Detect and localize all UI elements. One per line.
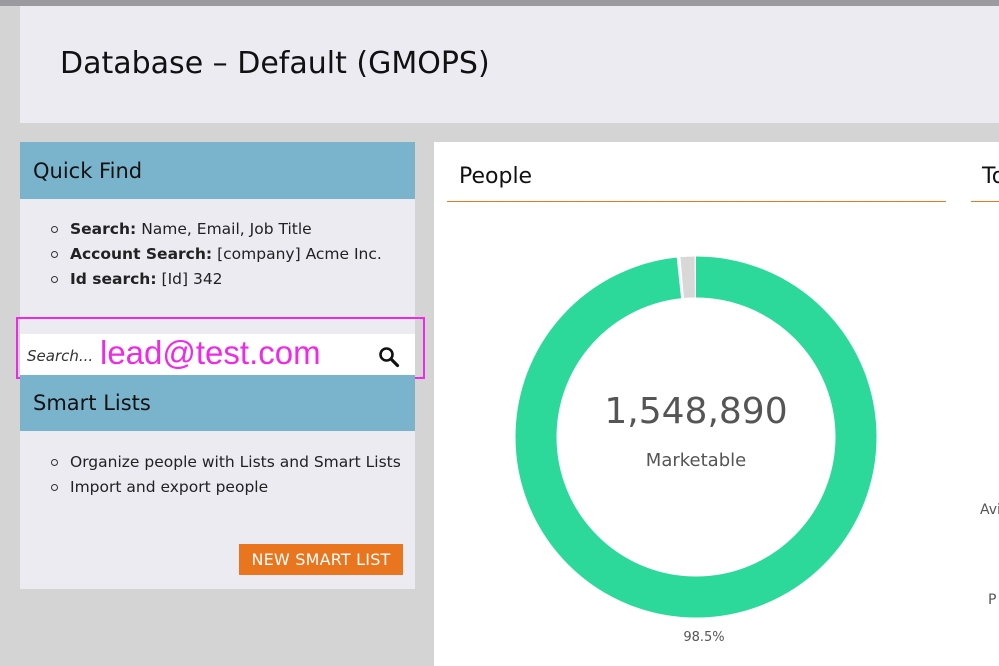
hint-text: Name, Email, Job Title (141, 220, 312, 238)
bullet-icon (51, 226, 58, 233)
list-item: Account Search: [company] Acme Inc. (51, 242, 382, 267)
donut-center-value: 1,548,890 (604, 391, 788, 432)
hint-label: Id search: (70, 270, 157, 288)
people-card: People To Avi P 1,548,890 Marketable 98.… (434, 142, 999, 666)
people-donut-chart (515, 256, 877, 618)
quick-find-panel: Quick Find Search: Name, Email, Job Titl… (20, 142, 415, 334)
smart-lists-panel: Smart Lists Organize people with Lists a… (20, 375, 415, 589)
side-label: Avi (980, 502, 999, 518)
list-item: Id search: [Id] 342 (51, 267, 382, 292)
side-label: P (988, 592, 997, 608)
hint-label: Account Search: (70, 245, 213, 263)
donut-percent-label: 98.5% (683, 630, 725, 645)
hint-text: [Id] 342 (161, 270, 223, 288)
page-header: Database – Default (GMOPS) (20, 6, 999, 123)
new-smart-list-button[interactable]: NEW SMART LIST (239, 544, 403, 575)
list-item: Organize people with Lists and Smart Lis… (51, 450, 401, 475)
title-divider (447, 201, 946, 202)
bullet-icon (51, 459, 58, 466)
hint-text: Organize people with Lists and Smart Lis… (70, 453, 401, 471)
hint-text: Import and export people (70, 478, 269, 496)
bullet-icon (51, 484, 58, 491)
donut-marketable-slice[interactable] (515, 256, 877, 618)
hint-label: Search: (70, 220, 137, 238)
list-item: Search: Name, Email, Job Title (51, 217, 382, 242)
search-placeholder: Search... (27, 347, 94, 365)
page-title: Database – Default (GMOPS) (60, 46, 490, 81)
next-card-title: To (982, 164, 999, 189)
people-card-title: People (459, 164, 533, 189)
donut-center-label: Marketable (645, 450, 747, 471)
quick-find-hints: Search: Name, Email, Job Title Account S… (51, 217, 382, 292)
quick-find-title: Quick Find (20, 142, 415, 199)
list-item: Import and export people (51, 475, 401, 500)
smart-lists-title: Smart Lists (20, 375, 415, 431)
bullet-icon (51, 251, 58, 258)
title-divider (971, 201, 999, 202)
search-icon[interactable] (378, 346, 400, 368)
bullet-icon (51, 276, 58, 283)
search-input[interactable]: Search... lead@test.com (20, 334, 415, 375)
hint-text: [company] Acme Inc. (217, 245, 382, 263)
smart-lists-hints: Organize people with Lists and Smart Lis… (51, 450, 401, 500)
search-typed-value: lead@test.com (100, 334, 321, 371)
